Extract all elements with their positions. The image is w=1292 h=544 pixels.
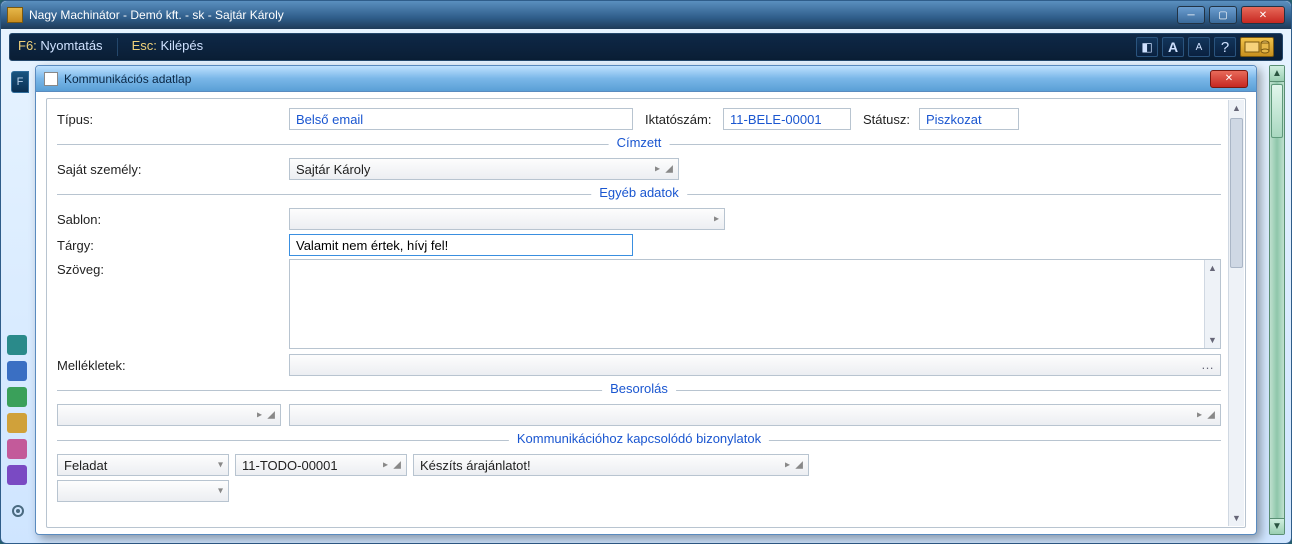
textarea-scroll-up-icon[interactable]: ▲ [1205,260,1220,276]
window-title: Nagy Machinátor - Demó kft. - sk - Sajtá… [29,8,1177,22]
dialog-close-button[interactable]: ✕ [1210,70,1248,88]
gear-icon[interactable] [10,503,26,519]
chevron-down-icon: ▾ [218,486,223,497]
font-smaller-icon[interactable]: A [1188,37,1210,57]
scroll-thumb[interactable] [1271,84,1283,138]
right-scrollbar[interactable]: ▲ ▼ [1269,65,1285,535]
sablon-dropdown[interactable]: ▸ [289,208,725,230]
chevron-right-icon: ▸ [257,410,262,421]
related-type-dropdown[interactable]: Feladat ▾ [57,454,229,476]
chevron-down-icon: ◢ [665,164,673,175]
related-type-dropdown-2[interactable]: ▾ [57,480,229,502]
statusz-field[interactable]: Piszkozat [919,108,1019,130]
ribbon-toolbar: F6: Nyomtatás Esc: Kilépés ◧ A A ? [9,33,1283,61]
chevron-down-icon: ◢ [1207,410,1215,421]
font-larger-icon[interactable]: A [1162,37,1184,57]
ribbon-separator [117,38,118,56]
side-icon-6[interactable] [7,465,27,485]
close-button[interactable]: ✕ [1241,6,1285,24]
communication-dialog: Kommunikációs adatlap ✕ ▲ ▼ Típus: Belső… [35,65,1257,535]
cimzett-separator: Címzett [57,135,1221,153]
textarea-scrollbar[interactable]: ▲ ▼ [1204,260,1220,348]
side-tab[interactable]: F [11,71,29,93]
chevron-down-icon: ◢ [795,460,803,471]
related-id-dropdown[interactable]: 11-TODO-00001 ▸ ◢ [235,454,407,476]
iktatoszam-label: Iktatószám: [645,112,723,127]
database-icon[interactable] [1240,37,1274,57]
targy-label: Tárgy: [57,238,289,253]
chevron-right-icon: ▸ [785,460,790,471]
minimize-button[interactable]: ─ [1177,6,1205,24]
print-hotkey[interactable]: F6: Nyomtatás [18,38,103,56]
sablon-label: Sablon: [57,212,289,227]
side-icon-5[interactable] [7,439,27,459]
side-icon-strip [7,335,27,485]
textarea-scroll-down-icon[interactable]: ▼ [1205,332,1220,348]
dialog-icon [44,72,58,86]
form-panel: ▲ ▼ Típus: Belső email Iktatószám: 11-BE… [46,98,1246,528]
panel-scroll-down-icon[interactable]: ▼ [1229,510,1244,526]
mellekletek-field[interactable]: … [289,354,1221,376]
targy-input[interactable] [289,234,633,256]
tipus-field[interactable]: Belső email [289,108,633,130]
maximize-button[interactable]: ▢ [1209,6,1237,24]
main-window: Nagy Machinátor - Demó kft. - sk - Sajtá… [0,0,1292,544]
layout-toggle-icon[interactable]: ◧ [1136,37,1158,57]
help-icon[interactable]: ? [1214,37,1236,57]
chevron-right-icon: ▸ [1197,410,1202,421]
dialog-title-text: Kommunikációs adatlap [64,72,191,86]
panel-scrollbar[interactable]: ▲ ▼ [1228,100,1244,526]
besorolas-separator: Besorolás [57,381,1221,399]
ellipsis-icon: … [1201,357,1214,372]
chevron-right-icon: ▸ [714,214,719,225]
sajat-szemely-label: Saját személy: [57,162,289,177]
chevron-down-icon: ◢ [393,460,401,471]
scroll-down-icon[interactable]: ▼ [1270,518,1284,534]
chevron-right-icon: ▸ [383,460,388,471]
panel-scroll-up-icon[interactable]: ▲ [1229,100,1244,116]
side-icon-4[interactable] [7,413,27,433]
side-icon-3[interactable] [7,387,27,407]
statusz-label: Státusz: [863,112,919,127]
sajat-szemely-dropdown[interactable]: Sajtár Károly ▸ ◢ [289,158,679,180]
kapcsolodo-separator: Kommunikációhoz kapcsolódó bizonylatok [57,431,1221,449]
egyeb-adatok-separator: Egyéb adatok [57,185,1221,203]
side-icon-1[interactable] [7,335,27,355]
besorolas-dropdown-2[interactable]: ▸ ◢ [289,404,1221,426]
scroll-up-icon[interactable]: ▲ [1270,66,1284,82]
chevron-down-icon: ▾ [218,460,223,471]
window-titlebar[interactable]: Nagy Machinátor - Demó kft. - sk - Sajtá… [1,1,1291,29]
iktatoszam-field[interactable]: 11-BELE-00001 [723,108,851,130]
chevron-right-icon: ▸ [655,164,660,175]
chevron-down-icon: ◢ [267,410,275,421]
besorolas-dropdown-1[interactable]: ▸ ◢ [57,404,281,426]
szoveg-label: Szöveg: [57,259,289,277]
related-desc-dropdown[interactable]: Készíts árajánlatot! ▸ ◢ [413,454,809,476]
dialog-titlebar[interactable]: Kommunikációs adatlap ✕ [36,66,1256,92]
tipus-label: Típus: [57,112,289,127]
szoveg-textarea[interactable]: ▲ ▼ [289,259,1221,349]
side-icon-2[interactable] [7,361,27,381]
mellekletek-label: Mellékletek: [57,358,289,373]
panel-scroll-thumb[interactable] [1230,118,1243,268]
app-icon [7,7,23,23]
exit-hotkey[interactable]: Esc: Kilépés [132,38,204,56]
